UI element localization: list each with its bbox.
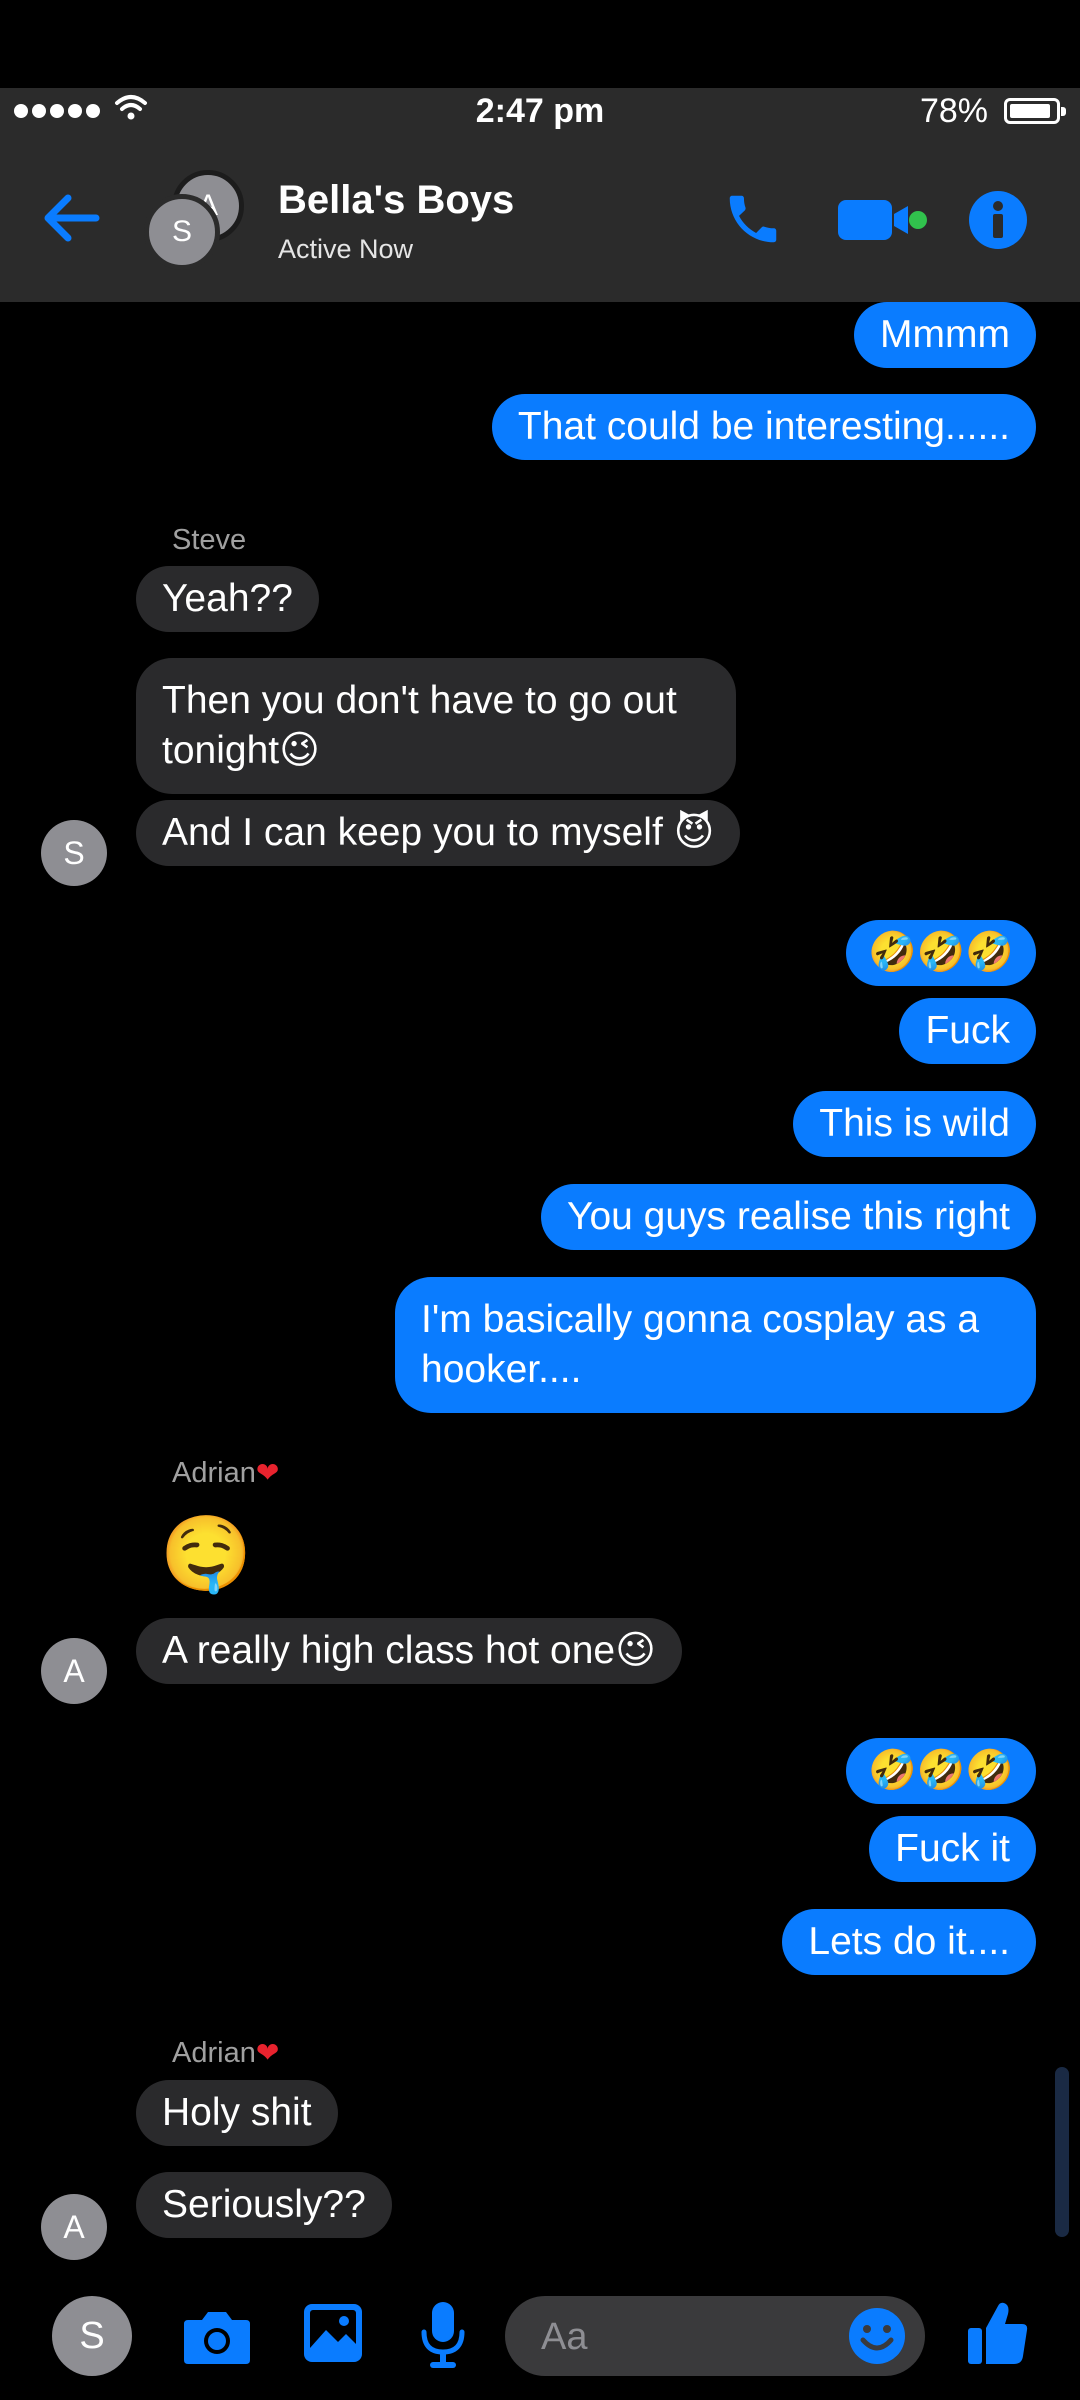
gallery-icon[interactable]: [302, 2302, 364, 2364]
emoji-message[interactable]: 🤤: [160, 1514, 252, 1594]
message-bubble-incoming[interactable]: Then you don't have to go out tonight😉: [136, 658, 736, 794]
microphone-icon[interactable]: [420, 2300, 466, 2370]
status-time: 2:47 pm: [475, 92, 605, 130]
back-arrow-icon[interactable]: [40, 190, 102, 246]
heart-icon: ❤: [255, 2037, 280, 2068]
sender-avatar[interactable]: A: [41, 2194, 107, 2260]
active-status: Active Now: [278, 234, 414, 264]
message-bubble-outgoing[interactable]: 🤣🤣🤣: [846, 1738, 1036, 1804]
message-composer: S: [0, 2272, 1080, 2400]
message-thread[interactable]: Mmmm That could be interesting...... Ste…: [0, 302, 1080, 2272]
sender-avatar[interactable]: A: [41, 1638, 107, 1704]
my-avatar[interactable]: S: [52, 2296, 132, 2376]
message-bubble-outgoing[interactable]: Fuck it: [869, 1816, 1036, 1882]
message-bubble-outgoing[interactable]: This is wild: [793, 1091, 1036, 1157]
thumbs-up-icon[interactable]: [966, 2300, 1030, 2366]
info-icon[interactable]: [968, 190, 1028, 250]
heart-icon: ❤: [255, 1457, 280, 1488]
top-margin: [0, 0, 1080, 88]
sender-name: Steve: [172, 524, 247, 556]
group-avatar-front: S: [144, 194, 220, 270]
sender-name-text: Adrian: [172, 2037, 256, 2069]
camera-icon[interactable]: [182, 2308, 252, 2366]
message-bubble-incoming[interactable]: And I can keep you to myself 😈: [136, 800, 741, 866]
message-bubble-outgoing[interactable]: I'm basically gonna cosplay as a hooker.…: [395, 1277, 1036, 1413]
sender-name: Adrian❤: [172, 2036, 279, 2070]
conversation-title[interactable]: Bella's Boys: [278, 178, 514, 223]
message-bubble-incoming[interactable]: Holy shit: [136, 2080, 338, 2146]
message-bubble-incoming[interactable]: Yeah??: [136, 566, 319, 632]
sender-avatar[interactable]: S: [41, 820, 107, 886]
battery-percentage: 78%: [919, 92, 988, 130]
message-bubble-outgoing[interactable]: You guys realise this right: [541, 1184, 1036, 1250]
sender-name-text: Adrian: [172, 1457, 256, 1489]
message-bubble-outgoing[interactable]: Lets do it....: [782, 1909, 1036, 1975]
message-input-container[interactable]: [505, 2296, 925, 2376]
status-bar: 2:47 pm 78%: [0, 88, 1080, 138]
message-bubble-outgoing[interactable]: 🤣🤣🤣: [846, 920, 1036, 986]
message-input[interactable]: [539, 2308, 843, 2366]
message-bubble-incoming[interactable]: A really high class hot one😉: [136, 1618, 682, 1684]
smiley-icon[interactable]: [847, 2306, 907, 2366]
scrollbar[interactable]: [1055, 2067, 1069, 2237]
sender-name: Adrian❤: [172, 1456, 279, 1490]
video-icon[interactable]: [838, 200, 930, 240]
phone-icon[interactable]: [722, 188, 784, 250]
message-bubble-outgoing[interactable]: That could be interesting......: [491, 394, 1036, 460]
message-bubble-outgoing[interactable]: Fuck: [899, 998, 1036, 1064]
conversation-header: A S Bella's Boys Active Now: [0, 138, 1080, 302]
battery-icon: [1004, 98, 1066, 124]
message-bubble-incoming[interactable]: Seriously??: [136, 2172, 392, 2238]
message-bubble-outgoing[interactable]: Mmmm: [854, 302, 1036, 368]
